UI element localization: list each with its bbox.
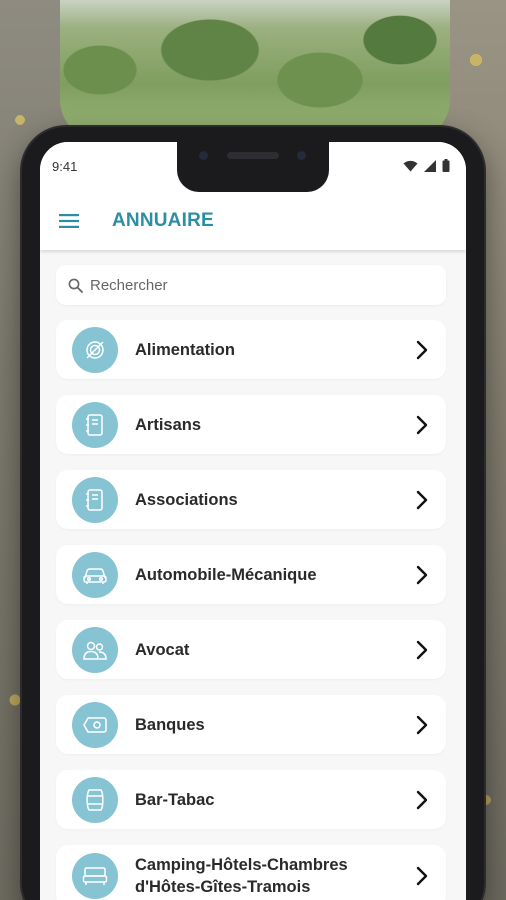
notebook-icon bbox=[86, 488, 103, 511]
menu-button[interactable] bbox=[40, 192, 98, 250]
chevron-right-icon bbox=[412, 864, 432, 888]
list-item-label: Bar-Tabac bbox=[135, 790, 215, 809]
chevron-right-icon bbox=[412, 413, 432, 437]
barrel-icon bbox=[86, 788, 104, 811]
search-bar[interactable] bbox=[56, 265, 446, 305]
item-icon-circle bbox=[72, 401, 118, 448]
notebook-icon bbox=[86, 413, 103, 436]
chevron-right-icon bbox=[412, 488, 432, 512]
camera-notch bbox=[177, 142, 329, 192]
money-bill-icon bbox=[83, 716, 107, 733]
item-icon-circle bbox=[72, 776, 118, 823]
list-item-label: Avocat bbox=[135, 640, 190, 659]
list-item-automobile-mecanique[interactable]: Automobile-Mécanique bbox=[56, 545, 446, 604]
list-item-artisans[interactable]: Artisans bbox=[56, 395, 446, 454]
chevron-right-icon bbox=[412, 338, 432, 362]
list-item-banques[interactable]: Banques bbox=[56, 695, 446, 754]
item-icon-circle bbox=[72, 626, 118, 673]
list-item-associations[interactable]: Associations bbox=[56, 470, 446, 529]
bed-icon bbox=[82, 867, 108, 885]
item-icon-circle bbox=[72, 551, 118, 598]
item-icon-circle bbox=[72, 853, 118, 899]
battery-icon bbox=[442, 159, 450, 172]
front-camera bbox=[199, 151, 208, 160]
hamburger-menu-icon bbox=[59, 214, 79, 228]
item-icon-circle bbox=[72, 476, 118, 523]
chevron-right-icon bbox=[412, 638, 432, 662]
chevron-right-icon bbox=[412, 788, 432, 812]
food-plate-icon bbox=[86, 340, 104, 359]
phone-screen: 9:41 ANNUAIRE Rechercher Alimentation Ar… bbox=[40, 142, 466, 900]
earpiece-speaker bbox=[227, 152, 279, 159]
list-item-label: Banques bbox=[135, 715, 205, 734]
wifi-icon bbox=[403, 160, 418, 171]
chevron-right-icon bbox=[412, 713, 432, 737]
background-landscape bbox=[60, 0, 450, 140]
list-item-label: Camping-Hôtels-Chambres d'Hôtes-Gîtes-Tr… bbox=[135, 856, 348, 896]
front-sensor bbox=[297, 151, 306, 160]
item-icon-circle bbox=[72, 326, 118, 373]
phone-frame: 9:41 ANNUAIRE Rechercher Alimentation Ar… bbox=[22, 127, 484, 900]
item-icon-circle bbox=[72, 701, 118, 748]
list-item-alimentation[interactable]: Alimentation bbox=[56, 320, 446, 379]
status-icons bbox=[403, 159, 450, 172]
status-time: 9:41 bbox=[52, 159, 78, 174]
list-item-label: Alimentation bbox=[135, 340, 235, 359]
page-title: ANNUAIRE bbox=[112, 210, 214, 231]
category-list: Alimentation Artisans Associations Autom… bbox=[56, 320, 446, 900]
app-bar: ANNUAIRE bbox=[40, 192, 466, 250]
people-icon bbox=[83, 641, 107, 660]
chevron-right-icon bbox=[412, 563, 432, 587]
list-item-label: Artisans bbox=[135, 415, 202, 434]
search-icon bbox=[68, 278, 83, 293]
list-item-label: Automobile-Mécanique bbox=[135, 565, 317, 584]
list-item-label: Associations bbox=[135, 490, 238, 509]
cell-signal-icon bbox=[424, 159, 436, 172]
list-item-bar-tabac[interactable]: Bar-Tabac bbox=[56, 770, 446, 829]
search-input[interactable] bbox=[90, 276, 410, 294]
list-item-camping-hotels[interactable]: Camping-Hôtels-Chambres d'Hôtes-Gîtes-Tr… bbox=[56, 845, 446, 900]
list-item-avocat[interactable]: Avocat bbox=[56, 620, 446, 679]
car-icon bbox=[83, 567, 107, 584]
